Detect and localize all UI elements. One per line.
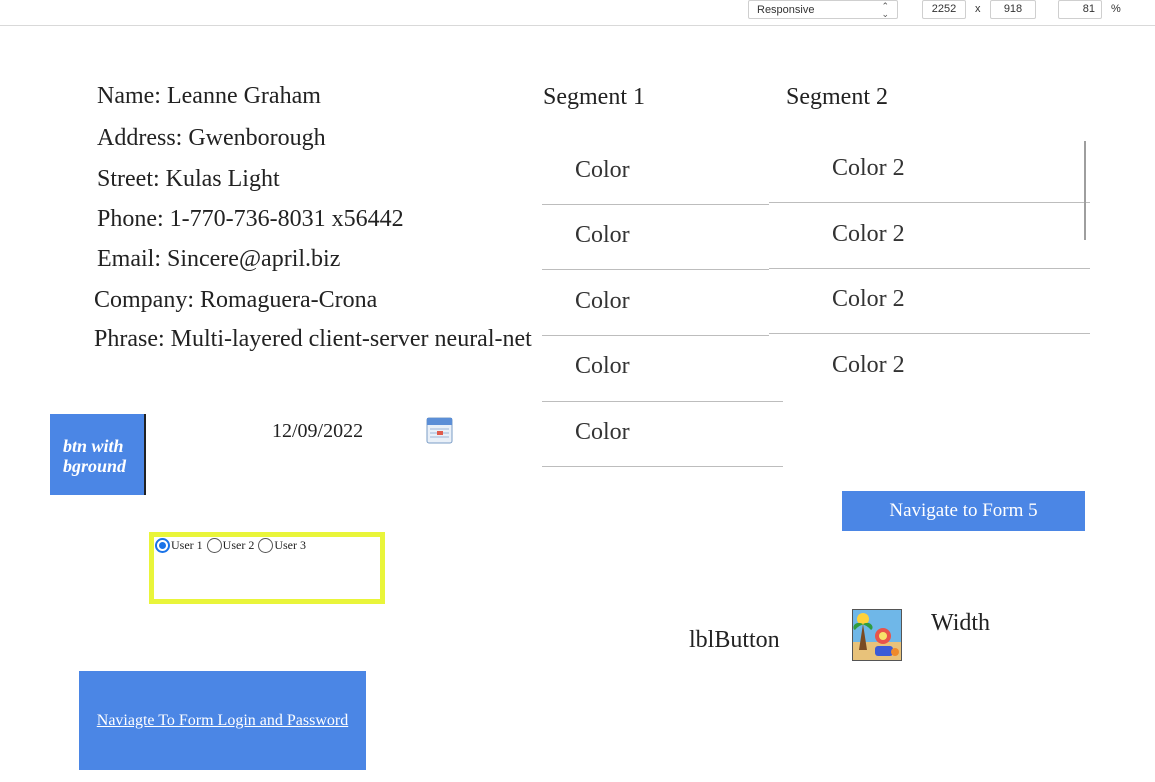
user-radio-group: User 1 User 2 User 3 bbox=[155, 538, 310, 553]
calendar-icon[interactable] bbox=[426, 417, 453, 444]
device-select[interactable]: Responsive ⌃ ⌄ bbox=[748, 0, 898, 19]
segment-1-item[interactable]: Color bbox=[575, 353, 630, 380]
user-phrase: Phrase: Multi-layered client-server neur… bbox=[94, 326, 532, 352]
width-label: Width bbox=[931, 610, 991, 636]
btn-with-background[interactable]: btn with bground bbox=[50, 414, 146, 495]
height-input[interactable]: 918 bbox=[990, 0, 1036, 19]
divider bbox=[542, 401, 783, 402]
radio-user-1[interactable] bbox=[155, 538, 170, 553]
divider bbox=[542, 335, 769, 336]
segment-1-item[interactable]: Color bbox=[575, 222, 630, 249]
updown-chevron-icon: ⌃ ⌄ bbox=[881, 0, 889, 19]
navigate-form5-button[interactable]: Navigate to Form 5 bbox=[842, 491, 1085, 531]
segment-2-scrollbar[interactable] bbox=[1084, 141, 1086, 240]
segment-1-header[interactable]: Segment 1 bbox=[543, 84, 645, 111]
segment-2-item[interactable]: Color 2 bbox=[832, 352, 905, 379]
zoom-input[interactable]: 81 bbox=[1058, 0, 1102, 19]
user-address: Address: Gwenborough bbox=[97, 125, 326, 151]
divider bbox=[769, 333, 1090, 334]
divider bbox=[542, 269, 769, 270]
divider bbox=[542, 204, 769, 205]
segment-2-item[interactable]: Color 2 bbox=[832, 286, 905, 313]
radio-user-2-label[interactable]: User 2 bbox=[223, 538, 255, 553]
user-phone: Phone: 1-770-736-8031 x56442 bbox=[97, 206, 404, 232]
divider bbox=[542, 466, 783, 467]
lbl-button[interactable]: lblButton bbox=[689, 627, 780, 654]
divider bbox=[769, 202, 1090, 203]
navigate-login-button[interactable]: Naviagte To Form Login and Password bbox=[79, 671, 366, 770]
radio-user-1-label[interactable]: User 1 bbox=[171, 538, 203, 553]
segment-1-item[interactable]: Color bbox=[575, 288, 630, 315]
segment-1-item[interactable]: Color bbox=[575, 157, 630, 184]
radio-user-3-label[interactable]: User 3 bbox=[274, 538, 306, 553]
beach-picture bbox=[852, 609, 902, 661]
dimension-separator: x bbox=[975, 3, 981, 15]
device-select-value: Responsive bbox=[757, 3, 815, 16]
zoom-percent-label: % bbox=[1111, 3, 1121, 15]
device-toolbar: Responsive ⌃ ⌄ 2252 x 918 81 % bbox=[0, 0, 1155, 26]
segment-1-item[interactable]: Color bbox=[575, 419, 630, 446]
divider bbox=[769, 268, 1090, 269]
radio-user-2[interactable] bbox=[206, 538, 222, 553]
user-name: Name: Leanne Graham bbox=[97, 83, 321, 109]
navigate-login-link[interactable]: Naviagte To Form Login and Password bbox=[97, 712, 348, 730]
segment-2-item[interactable]: Color 2 bbox=[832, 221, 905, 248]
user-email: Email: Sincere@april.biz bbox=[97, 246, 341, 272]
radio-user-3[interactable] bbox=[258, 538, 274, 553]
date-field[interactable]: 12/09/2022 bbox=[272, 420, 363, 443]
segment-2-item[interactable]: Color 2 bbox=[832, 155, 905, 182]
user-street: Street: Kulas Light bbox=[97, 166, 280, 192]
segment-2-header[interactable]: Segment 2 bbox=[786, 84, 888, 111]
width-input[interactable]: 2252 bbox=[922, 0, 966, 19]
user-company: Company: Romaguera-Crona bbox=[94, 287, 378, 313]
